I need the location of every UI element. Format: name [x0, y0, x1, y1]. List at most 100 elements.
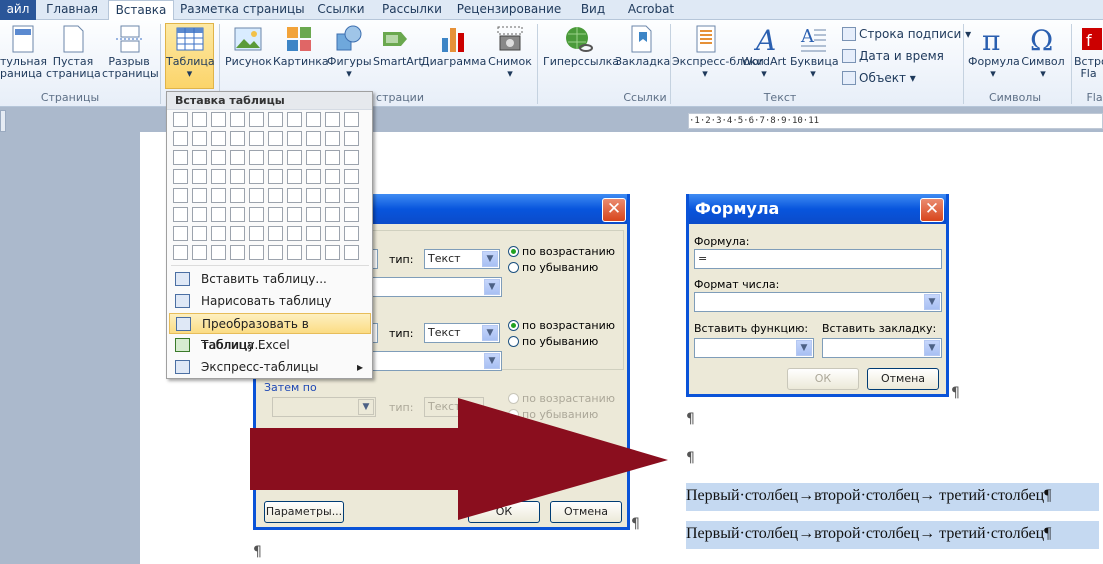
table-grid-cell[interactable] — [249, 188, 264, 203]
table-grid-cell[interactable] — [268, 150, 283, 165]
table-grid-cell[interactable] — [325, 150, 340, 165]
tab-insert[interactable]: Вставка — [108, 0, 174, 21]
table-grid-cell[interactable] — [192, 112, 207, 127]
table-grid-cell[interactable] — [306, 150, 321, 165]
formula-input[interactable]: = — [694, 249, 942, 269]
table-grid-cell[interactable] — [211, 188, 226, 203]
selected-text-line-1[interactable]: Первый·столбец→второй·столбец→ третий·ст… — [686, 483, 1099, 511]
menu-insert-table[interactable]: Вставить таблицу... — [169, 269, 371, 290]
table-grid-cell[interactable] — [192, 150, 207, 165]
table-grid-cell[interactable] — [173, 131, 188, 146]
chart-button[interactable]: Диаграмма — [421, 24, 486, 68]
table-grid-cell[interactable] — [173, 226, 188, 241]
table-grid-cell[interactable] — [173, 150, 188, 165]
tab-acrobat[interactable]: Acrobat — [620, 0, 682, 20]
menu-excel-table[interactable]: Таблица Excel — [169, 335, 371, 356]
table-grid-cell[interactable] — [192, 226, 207, 241]
page-break-button[interactable]: Разрыв страницы — [102, 24, 159, 80]
table-grid-cell[interactable] — [230, 169, 245, 184]
clipart-button[interactable]: Картинка — [273, 24, 329, 68]
tab-review[interactable]: Рецензирование — [452, 0, 566, 20]
formula-cancel-button[interactable]: Отмена — [867, 368, 939, 390]
embed-flash-button[interactable]: f Встро Fla — [1074, 24, 1103, 80]
table-button[interactable]: Таблица ▾ — [165, 23, 215, 89]
table-grid-cell[interactable] — [325, 131, 340, 146]
table-grid-cell[interactable] — [192, 131, 207, 146]
table-grid-cell[interactable] — [325, 169, 340, 184]
table-grid-cell[interactable] — [211, 150, 226, 165]
table-grid-cell[interactable] — [306, 226, 321, 241]
table-grid-cell[interactable] — [211, 112, 226, 127]
table-grid-cell[interactable] — [249, 131, 264, 146]
table-grid-cell[interactable] — [325, 226, 340, 241]
table-grid-cell[interactable] — [287, 207, 302, 222]
date-time-button[interactable]: Дата и время — [842, 47, 944, 65]
wordart-button[interactable]: A WordArt ▾ — [740, 24, 788, 80]
table-grid-cell[interactable] — [325, 245, 340, 260]
table-grid-cell[interactable] — [211, 245, 226, 260]
screenshot-button[interactable]: Снимок ▾ — [487, 24, 533, 80]
table-grid-cell[interactable] — [344, 207, 359, 222]
table-grid-cell[interactable] — [249, 169, 264, 184]
tab-home[interactable]: Главная — [40, 0, 104, 20]
table-grid-cell[interactable] — [268, 112, 283, 127]
express-blocks-button[interactable]: Экспресс-блоки ▾ — [672, 24, 764, 80]
table-grid-cell[interactable] — [287, 188, 302, 203]
descending-radio-2[interactable]: по убыванию — [508, 335, 598, 348]
ascending-radio-1[interactable]: по возрастанию — [508, 245, 615, 258]
table-grid-cell[interactable] — [344, 188, 359, 203]
tab-page-layout[interactable]: Разметка страницы — [180, 0, 305, 20]
formula-button[interactable]: π Формула ▾ — [968, 24, 1020, 80]
menu-quick-tables[interactable]: Экспресс-таблицы ▸ — [169, 357, 371, 378]
table-grid-cell[interactable] — [211, 207, 226, 222]
ruler-toggle[interactable] — [0, 110, 6, 132]
close-icon[interactable]: ✕ — [602, 198, 626, 222]
bookmark-button[interactable]: Закладка — [615, 24, 670, 68]
object-button[interactable]: Объект ▾ — [842, 69, 916, 87]
table-grid-cell[interactable] — [249, 245, 264, 260]
ascending-radio-2[interactable]: по возрастанию — [508, 319, 615, 332]
table-grid-cell[interactable] — [230, 150, 245, 165]
table-grid-cell[interactable] — [325, 188, 340, 203]
table-grid-cell[interactable] — [230, 207, 245, 222]
table-grid-cell[interactable] — [192, 188, 207, 203]
selected-text-line-2[interactable]: Первый·столбец→второй·столбец→ третий·ст… — [686, 521, 1099, 549]
table-grid-cell[interactable] — [344, 245, 359, 260]
table-grid-cell[interactable] — [306, 131, 321, 146]
table-grid-cell[interactable] — [249, 112, 264, 127]
table-grid-cell[interactable] — [306, 169, 321, 184]
table-grid-cell[interactable] — [325, 112, 340, 127]
table-grid-cell[interactable] — [230, 188, 245, 203]
table-grid-cell[interactable] — [287, 150, 302, 165]
insert-bookmark-select[interactable]: ▼ — [822, 338, 942, 358]
signature-line-button[interactable]: Строка подписи ▾ — [842, 25, 971, 43]
table-grid-cell[interactable] — [230, 131, 245, 146]
dropcap-button[interactable]: A Буквица ▾ — [790, 24, 839, 80]
descending-radio-1[interactable]: по убыванию — [508, 261, 598, 274]
table-grid-cell[interactable] — [287, 131, 302, 146]
table-grid-cell[interactable] — [306, 188, 321, 203]
type-select-1[interactable]: Текст ▼ — [424, 249, 500, 269]
smartart-button[interactable]: SmartArt — [373, 24, 423, 68]
table-grid-cell[interactable] — [287, 112, 302, 127]
table-grid-cell[interactable] — [268, 131, 283, 146]
picture-button[interactable]: Рисунок — [225, 24, 272, 68]
table-grid-cell[interactable] — [325, 207, 340, 222]
symbol-button[interactable]: Ω Символ ▾ — [1020, 24, 1066, 80]
table-grid-cell[interactable] — [211, 131, 226, 146]
table-grid-cell[interactable] — [344, 131, 359, 146]
table-grid-cell[interactable] — [192, 245, 207, 260]
table-grid-cell[interactable] — [306, 112, 321, 127]
table-grid-cell[interactable] — [249, 226, 264, 241]
table-grid-cell[interactable] — [268, 169, 283, 184]
menu-convert-to-table[interactable]: Преобразовать в таблицу... — [169, 313, 371, 352]
table-grid-cell[interactable] — [230, 112, 245, 127]
table-grid-cell[interactable] — [306, 245, 321, 260]
tab-view[interactable]: Вид — [572, 0, 614, 20]
table-grid-cell[interactable] — [230, 226, 245, 241]
close-icon[interactable]: ✕ — [920, 198, 944, 222]
table-grid-cell[interactable] — [287, 169, 302, 184]
cover-page-button[interactable]: тульная раница — [0, 24, 47, 80]
tab-mailings[interactable]: Рассылки — [378, 0, 446, 20]
number-format-select[interactable]: ▼ — [694, 292, 942, 312]
